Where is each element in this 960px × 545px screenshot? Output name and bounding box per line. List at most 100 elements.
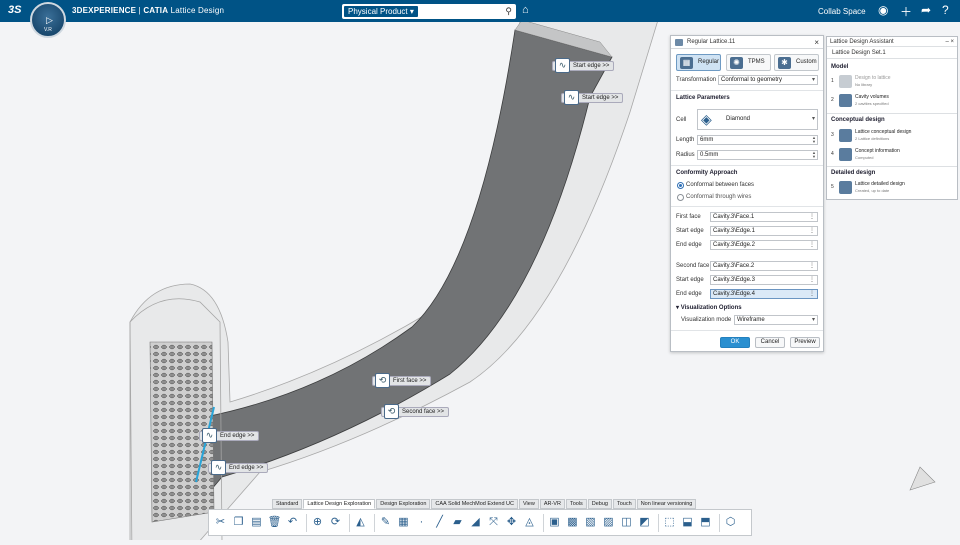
- dassault-logo-icon[interactable]: 3S: [8, 4, 21, 16]
- tab-debug[interactable]: Debug: [587, 499, 612, 509]
- window-controls-icon[interactable]: – ×: [945, 37, 954, 47]
- step-lattice-detailed-design[interactable]: 5 Lattice detailed design Created, up to …: [831, 180, 955, 198]
- step-cavity-volumes[interactable]: 2 Cavity volumes 2 cavities specified: [831, 93, 955, 111]
- end-edge-field-2[interactable]: Cavity.3\Edge.4 ⋮: [710, 289, 818, 299]
- update-icon[interactable]: ⟳: [328, 515, 343, 530]
- tab-ar-vr[interactable]: AR-VR: [539, 499, 565, 509]
- face-icon: ⟲: [375, 373, 390, 388]
- stochastic-lattice-icon[interactable]: ▧: [583, 515, 598, 530]
- ok-button[interactable]: OK: [720, 337, 750, 348]
- second-face-label: Second face: [676, 263, 710, 269]
- axis-system-icon[interactable]: ⤧: [486, 515, 501, 530]
- preview-button[interactable]: Preview: [790, 337, 820, 348]
- search-icon[interactable]: ⚲: [505, 6, 512, 17]
- tab-touch[interactable]: Touch: [613, 499, 636, 509]
- more-options-icon: ⋮: [809, 291, 815, 297]
- visualization-mode-select[interactable]: Wireframe ▾: [734, 315, 818, 325]
- step-lattice-conceptual-design[interactable]: 3 Lattice conceptual design 2 Lattice def…: [831, 128, 955, 146]
- toolbar-separator: [374, 513, 375, 532]
- cancel-button[interactable]: Cancel: [755, 337, 785, 348]
- measure-icon[interactable]: ◬: [522, 515, 537, 530]
- second-face-field[interactable]: Cavity.3\Face.2 ⋮: [710, 261, 818, 271]
- diamond-cell-icon: ◈: [701, 111, 712, 127]
- undo-icon[interactable]: ↶: [285, 515, 300, 530]
- step-concept-information[interactable]: 4 Concept information Computed: [831, 147, 955, 165]
- regular-type-button[interactable]: ▦ Regular: [676, 54, 721, 71]
- user-icon[interactable]: ◉: [878, 3, 888, 17]
- visualization-heading[interactable]: ▾ Visualization Options: [676, 304, 742, 311]
- share-icon[interactable]: ➦: [921, 3, 931, 17]
- first-face-tag[interactable]: ⟲ First face >>: [372, 373, 432, 388]
- start-edge-field-1[interactable]: Cavity.3\Edge.1 ⋮: [710, 226, 818, 236]
- cell-select[interactable]: ◈ Diamond ▾: [697, 109, 818, 130]
- tab-non-linear-versioning[interactable]: Non linear versioning: [636, 499, 697, 509]
- start-edge-field-2[interactable]: Cavity.3\Edge.3 ⋮: [710, 275, 818, 285]
- length-input[interactable]: 6mm ▲ ▼: [697, 135, 818, 145]
- tab-lattice-design-exploration[interactable]: Lattice Design Exploration: [303, 499, 376, 509]
- tab-tools[interactable]: Tools: [565, 499, 587, 509]
- step-design-to-lattice[interactable]: 1 Design to lattice No library: [831, 74, 955, 92]
- lattice-skin-icon[interactable]: ◫: [619, 515, 634, 530]
- conformal-between-faces-label: Conformal between faces: [686, 182, 755, 188]
- delete-icon[interactable]: 🗑: [267, 515, 282, 530]
- start-edge-tag-2[interactable]: ∿ Start edge >>: [561, 90, 624, 105]
- chevron-down-icon: ▾: [811, 77, 815, 83]
- more-options-icon: ⋮: [809, 214, 815, 220]
- model-heading: Model: [831, 64, 849, 70]
- transformation-select[interactable]: Conformal to geometry ▾: [718, 75, 818, 85]
- lattice-from-pattern-icon[interactable]: ▨: [601, 515, 616, 530]
- conformal-lattice-icon[interactable]: ▩: [565, 515, 580, 530]
- point-icon[interactable]: ·: [414, 515, 429, 530]
- tab-view[interactable]: View: [518, 499, 539, 509]
- plane-icon[interactable]: ▰: [450, 515, 465, 530]
- lattice-volume-icon[interactable]: ◭: [353, 515, 368, 530]
- zoom-icon[interactable]: ⊕: [310, 515, 325, 530]
- radius-input[interactable]: 0.5mm ▲ ▼: [697, 150, 818, 160]
- dialog-title-bar[interactable]: Regular Lattice.11 ×: [671, 36, 823, 49]
- more-options-icon: ⋮: [809, 277, 815, 283]
- regular-lattice-dialog: Regular Lattice.11 × ▦ Regular ✺ TPMS ✱ Cus…: [670, 35, 824, 352]
- cube-icon[interactable]: ⬚: [662, 515, 677, 530]
- tag-icon[interactable]: ⌂: [522, 4, 529, 16]
- compass-widget[interactable]: ▷ V.R: [30, 2, 66, 38]
- sketch-icon[interactable]: ✎: [378, 515, 393, 530]
- end-edge-field-1[interactable]: Cavity.3\Edge.2 ⋮: [710, 240, 818, 250]
- box-icon[interactable]: ⬡: [723, 515, 738, 530]
- conformal-between-faces-radio[interactable]: [677, 182, 684, 189]
- transform-icon[interactable]: ✥: [504, 515, 519, 530]
- end-edge-tag-2[interactable]: ∿ End edge >>: [208, 460, 269, 475]
- start-edge-tag-1[interactable]: ∿ Start edge >>: [552, 58, 615, 73]
- conformal-through-wires-label: Conformal through wires: [686, 194, 752, 200]
- assistant-set-name: Lattice Design Set.1: [827, 47, 957, 59]
- paste-icon[interactable]: ▤: [249, 515, 264, 530]
- custom-lattice-icon: ✱: [778, 57, 791, 69]
- help-icon[interactable]: ?: [942, 3, 949, 17]
- cut-icon[interactable]: ✂: [213, 515, 228, 530]
- conformal-through-wires-radio[interactable]: [677, 194, 684, 201]
- add-icon[interactable]: ＋: [900, 3, 912, 20]
- assistant-title-bar[interactable]: Lattice Design Assistant – ×: [827, 37, 957, 47]
- custom-type-button[interactable]: ✱ Custom: [774, 54, 819, 71]
- tab-caa-solid-mechmod[interactable]: CAA Solid MechMod Extend UC: [431, 499, 518, 509]
- regular-lattice-tool-icon[interactable]: ▣: [547, 515, 562, 530]
- lattice-detailed-icon: [839, 181, 852, 194]
- grid-icon[interactable]: ▦: [396, 515, 411, 530]
- tpms-type-button[interactable]: ✺ TPMS: [726, 54, 771, 71]
- tab-design-exploration[interactable]: Design Exploration: [376, 499, 431, 509]
- tab-standard[interactable]: Standard: [272, 499, 303, 509]
- end-edge-tag-1[interactable]: ∿ End edge >>: [199, 428, 260, 443]
- copy-icon[interactable]: ❐: [231, 515, 246, 530]
- analysis-icon[interactable]: ⬓: [680, 515, 695, 530]
- collab-space-label[interactable]: Collab Space: [818, 7, 866, 16]
- play-icon: ▷: [46, 15, 53, 25]
- close-icon[interactable]: ×: [814, 36, 819, 49]
- first-face-field[interactable]: Cavity.3\Face.1 ⋮: [710, 212, 818, 222]
- export-icon[interactable]: ⬒: [698, 515, 713, 530]
- search-scope-dropdown[interactable]: Physical Product ▾: [344, 6, 418, 17]
- concept-info-icon: [839, 148, 852, 161]
- line-icon[interactable]: ╱: [432, 515, 447, 530]
- second-face-tag[interactable]: ⟲ Second face >>: [381, 404, 450, 419]
- search-input[interactable]: [420, 7, 501, 16]
- surface-icon[interactable]: ◢: [468, 515, 483, 530]
- tpms-tool-icon[interactable]: ◩: [637, 515, 652, 530]
